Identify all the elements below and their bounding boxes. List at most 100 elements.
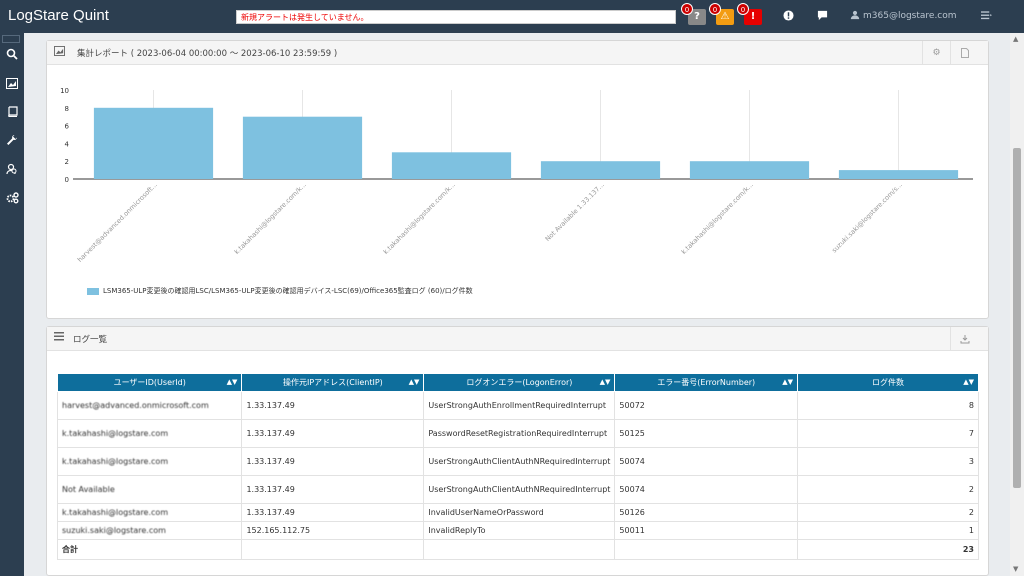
x-tick-label: k.takahashi@logstare.com/k... (233, 181, 308, 256)
logon-error-cell: UserStrongAuthClientAuthNRequiredInterru… (423, 447, 616, 476)
log-count-cell: 7 (797, 419, 979, 448)
col-user-id[interactable]: ユーザーID(UserId) ▲▼ (56, 373, 243, 392)
chart-bars (93, 107, 959, 179)
error-number-cell: 50074 (614, 447, 799, 476)
list-icon (54, 332, 64, 344)
table-row: suzuki.saki@logstare.com 152.165.112.75 … (56, 521, 979, 540)
legend-swatch (87, 287, 99, 295)
empty-cell (614, 539, 799, 560)
logon-error-cell: UserStrongAuthEnrollmentRequiredInterrup… (423, 391, 616, 420)
total-value: 23 (797, 539, 979, 560)
bar[interactable] (391, 152, 512, 179)
chart-icon (54, 46, 65, 59)
empty-cell (423, 539, 616, 560)
table-row: k.takahashi@logstare.com 1.33.137.49 Inv… (56, 503, 979, 522)
bar[interactable] (838, 170, 959, 179)
y-tick-label: 0 (65, 176, 69, 184)
log-list-panel: ログ一覧 ユーザーID(UserId) ▲▼ 操作元IPアドレス(ClientIP… (46, 326, 989, 576)
bar[interactable] (689, 161, 810, 179)
wrench-icon[interactable] (0, 133, 24, 153)
bar-chart: 10 8 6 4 2 0 harvest@advanced.onmicrosoft... k… (60, 87, 973, 264)
y-tick-label: 8 (65, 105, 69, 113)
error-number-cell: 50125 (614, 419, 799, 448)
pdf-export-button[interactable] (950, 41, 978, 65)
gear-icon: ⚙ (932, 48, 941, 58)
question-icon: ? (694, 11, 700, 22)
menu-icon[interactable] (981, 10, 992, 23)
logon-error-cell: UserStrongAuthClientAuthNRequiredInterru… (423, 475, 616, 504)
sort-icon: ▲▼ (782, 378, 794, 386)
logon-error-cell: InvalidUserNameOrPassword (423, 503, 616, 522)
log-count-cell: 2 (797, 503, 979, 522)
app-title[interactable]: LogStare Quint (8, 7, 109, 24)
sidebar-toggle[interactable] (2, 35, 20, 43)
user-id-cell: Not Available (56, 475, 243, 504)
users-icon[interactable] (0, 162, 24, 182)
error-number-cell: 50072 (614, 391, 799, 420)
scroll-thumb[interactable] (1013, 148, 1021, 488)
client-ip-cell: 1.33.137.49 (241, 503, 425, 522)
user-name[interactable]: m365@logstare.com (863, 11, 957, 21)
x-tick-label: harvest@advanced.onmicrosoft... (76, 181, 159, 264)
bar[interactable] (242, 116, 363, 179)
chart-x-labels: harvest@advanced.onmicrosoft... k.takahas… (76, 181, 904, 264)
log-list-title: ログ一覧 (73, 335, 108, 345)
chat-icon[interactable] (817, 10, 828, 24)
bar[interactable] (540, 161, 661, 179)
col-log-count[interactable]: ログ件数 ▲▼ (797, 373, 979, 392)
client-ip-cell: 1.33.137.49 (241, 447, 425, 476)
main-content: 集計レポート ( 2023-06-04 00:00:00 ～ 2023-06-1… (24, 33, 1010, 576)
error-number-cell: 50011 (614, 521, 799, 540)
user-id-cell: harvest@advanced.onmicrosoft.com (56, 391, 243, 420)
log-list-header: ログ一覧 (47, 327, 988, 351)
y-tick-label: 6 (65, 123, 70, 131)
report-title: 集計レポート ( 2023-06-04 00:00:00 ～ 2023-06-1… (77, 49, 338, 59)
x-tick-label: suzuki.saki@logstare.com/s... (830, 181, 904, 255)
report-panel-header: 集計レポート ( 2023-06-04 00:00:00 ～ 2023-06-1… (47, 41, 988, 65)
scroll-up-arrow[interactable]: ▲ (1013, 35, 1018, 43)
search-icon[interactable] (0, 47, 24, 67)
y-tick-label: 2 (65, 158, 69, 166)
settings-button[interactable]: ⚙ (922, 41, 950, 65)
user-icon (850, 10, 860, 23)
legend-label: LSM365-ULP変更後の確認用LSC/LSM365-ULP変更後の確認用デバ… (103, 287, 473, 295)
download-button[interactable] (950, 327, 978, 351)
error-number-cell: 50074 (614, 475, 799, 504)
gears-icon[interactable] (0, 191, 24, 211)
top-bar: LogStare Quint 新規アラートは発生していません。 ? 0 ⚠ 0 … (0, 0, 1024, 33)
total-label: 合計 (56, 539, 243, 560)
chart-legend[interactable]: LSM365-ULP変更後の確認用LSC/LSM365-ULP変更後の確認用デバ… (87, 286, 473, 296)
table-row: k.takahashi@logstare.com 1.33.137.49 Use… (56, 447, 979, 476)
error-number-cell: 50126 (614, 503, 799, 522)
log-count-cell: 3 (797, 447, 979, 476)
warning-icon: ⚠ (720, 11, 730, 22)
critical-alert-count: 0 (737, 3, 749, 15)
col-client-ip[interactable]: 操作元IPアドレス(ClientIP) ▲▼ (241, 373, 425, 392)
client-ip-cell: 1.33.137.49 (241, 419, 425, 448)
x-tick-label: k.takahashi@logstare.com/k... (680, 181, 755, 256)
col-error-number[interactable]: エラー番号(ErrorNumber) ▲▼ (614, 373, 799, 392)
sidebar (0, 33, 24, 576)
log-count-cell: 1 (797, 521, 979, 540)
y-tick-label: 4 (65, 140, 70, 148)
alert-icon[interactable] (783, 10, 794, 24)
empty-cell (241, 539, 425, 560)
user-id-cell: suzuki.saki@logstare.com (56, 521, 243, 540)
x-tick-label: k.takahashi@logstare.com/k... (382, 181, 457, 256)
page-scrollbar[interactable]: ▲ ▼ (1010, 33, 1024, 576)
bar[interactable] (93, 107, 214, 179)
alert-message: 新規アラートは発生していません。 (236, 10, 676, 24)
user-id-cell: k.takahashi@logstare.com (56, 447, 243, 476)
client-ip-cell: 152.165.112.75 (241, 521, 425, 540)
scroll-down-arrow[interactable]: ▼ (1013, 565, 1018, 573)
report-icon[interactable] (0, 76, 24, 96)
warning-alert-count: 0 (709, 3, 721, 15)
book-icon[interactable] (0, 104, 24, 124)
sort-icon: ▲▼ (408, 378, 420, 386)
unknown-alert-count: 0 (681, 3, 693, 15)
log-count-cell: 2 (797, 475, 979, 504)
report-panel: 集計レポート ( 2023-06-04 00:00:00 ～ 2023-06-1… (46, 40, 989, 319)
table-row: k.takahashi@logstare.com 1.33.137.49 Pas… (56, 419, 979, 448)
col-logon-error[interactable]: ログオンエラー(LogonError) ▲▼ (423, 373, 616, 392)
sort-icon: ▲▼ (963, 378, 974, 386)
